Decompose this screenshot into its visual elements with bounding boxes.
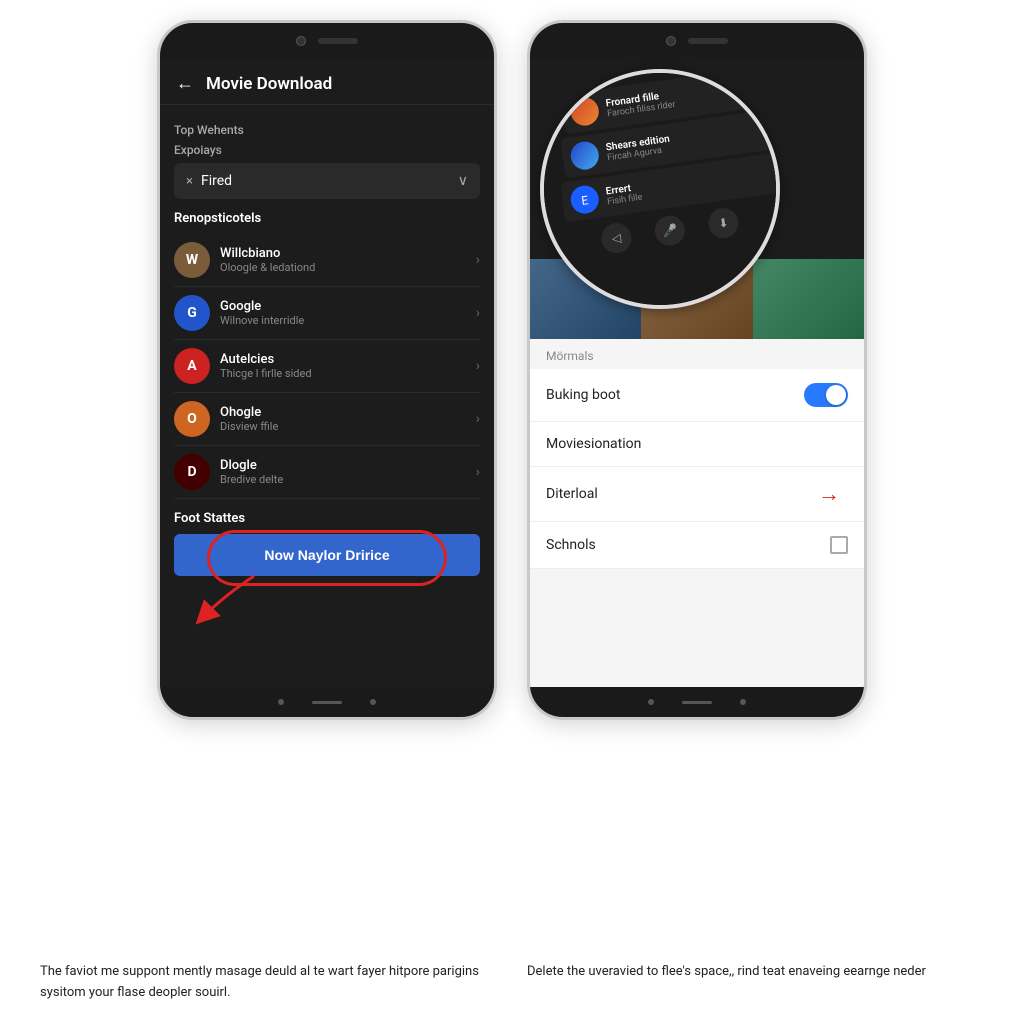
- chevron-down-icon: ∨: [458, 173, 468, 189]
- zoom-avatar: E: [569, 184, 601, 216]
- settings-label: Schnols: [546, 537, 596, 553]
- settings-row-text[interactable]: Moviesionation: [530, 422, 864, 467]
- item-subtitle: Thicge l firlle sided: [220, 367, 476, 380]
- mic-icon: 🎤: [653, 214, 687, 248]
- screen-header: ← Movie Download: [160, 59, 494, 105]
- item-title: Dlogle: [220, 458, 476, 473]
- left-phone: ← Movie Download Top Wehents Expoiays × …: [157, 20, 497, 720]
- zoom-item-text: Fronard fille Faroch filiss rlder: [605, 89, 676, 119]
- settings-label: Diterloal: [546, 486, 598, 502]
- avatar: O: [174, 401, 210, 437]
- chevron-right-icon: ›: [476, 252, 480, 268]
- chevron-right-icon: ›: [476, 305, 480, 321]
- list-text: Google Wilnove interridle: [220, 299, 476, 327]
- screen-body: Top Wehents Expoiays × Fired ∨ Renopstic…: [160, 105, 494, 687]
- zoom-avatar: [569, 140, 601, 172]
- list-text: Willcbiano Oloogle & ledationd: [220, 246, 476, 274]
- zoom-list: Fronard fille Faroch filiss rlder Shears…: [544, 73, 776, 305]
- phone-top-bar-left: [160, 23, 494, 59]
- right-phone: Fronard fille Faroch filiss rlder Shears…: [527, 20, 867, 720]
- left-screen: ← Movie Download Top Wehents Expoiays × …: [160, 59, 494, 687]
- item-subtitle: Wilnove interridle: [220, 314, 476, 327]
- nav-dot: [370, 699, 376, 705]
- list-item[interactable]: A Autelcies Thicge l firlle sided ›: [174, 340, 480, 393]
- left-caption: The faviot me suppont mently masage deul…: [40, 962, 497, 1004]
- zoom-item-text: Shears edition Fircah Agurva: [605, 133, 672, 163]
- toggle-switch[interactable]: [804, 383, 848, 407]
- settings-row-toggle[interactable]: Buking boot: [530, 369, 864, 422]
- right-settings: Mörmals Buking boot Moviesionation Diter…: [530, 339, 864, 687]
- zoom-item-text: Errert Fisih fille: [605, 181, 643, 207]
- phone-bottom-bar-left: [160, 687, 494, 717]
- list-section-label: Renopsticotels: [174, 211, 480, 226]
- settings-row-checkbox[interactable]: Schnols: [530, 522, 864, 569]
- screen-title: Movie Download: [206, 74, 332, 94]
- camera-right: [666, 36, 676, 46]
- camera-left: [296, 36, 306, 46]
- list-item[interactable]: D Dlogle Bredive delte ›: [174, 446, 480, 499]
- chevron-right-icon: ›: [476, 358, 480, 374]
- right-caption: Delete the uveravied to flee's space,, r…: [527, 962, 984, 1004]
- cta-wrapper: Now Naylor Dririce: [174, 534, 480, 576]
- download-icon: ⬇: [706, 206, 740, 240]
- thumb-3: [753, 259, 864, 339]
- zoom-circle: Fronard fille Faroch filiss rlder Shears…: [540, 69, 780, 309]
- right-screen: Fronard fille Faroch filiss rlder Shears…: [530, 59, 864, 687]
- avatar: G: [174, 295, 210, 331]
- settings-label: Moviesionation: [546, 436, 641, 452]
- avatar: A: [174, 348, 210, 384]
- list-text: Autelcies Thicge l firlle sided: [220, 352, 476, 380]
- speaker-right: [688, 38, 728, 44]
- back-button[interactable]: ←: [176, 73, 194, 94]
- expiry-label: Expoiays: [174, 143, 480, 157]
- settings-label: Buking boot: [546, 387, 620, 403]
- cta-button[interactable]: Now Naylor Dririce: [174, 534, 480, 576]
- toggle-dot: [826, 385, 846, 405]
- list-item[interactable]: W Willcbiano Oloogle & ledationd ›: [174, 234, 480, 287]
- phone-top-bar-right: [530, 23, 864, 59]
- list-item[interactable]: G Google Wilnove interridle ›: [174, 287, 480, 340]
- dropdown-clear[interactable]: ×: [186, 174, 193, 189]
- item-title: Willcbiano: [220, 246, 476, 261]
- phone-bottom-bar-right: [530, 687, 864, 717]
- captions-row: The faviot me suppont mently masage deul…: [20, 950, 1004, 1004]
- item-title: Ohogle: [220, 405, 476, 420]
- chevron-right-icon: ›: [476, 464, 480, 480]
- checkbox[interactable]: [830, 536, 848, 554]
- nav-home: [312, 701, 342, 704]
- right-screen-top: Fronard fille Faroch filiss rlder Shears…: [530, 59, 864, 339]
- item-subtitle: Disview ffile: [220, 420, 476, 433]
- chevron-right-icon: ›: [476, 411, 480, 427]
- list-text: Dlogle Bredive delte: [220, 458, 476, 486]
- avatar: D: [174, 454, 210, 490]
- item-subtitle: Oloogle & ledationd: [220, 261, 476, 274]
- speaker-left: [318, 38, 358, 44]
- nav-dot: [278, 699, 284, 705]
- red-arrow-icon: →: [818, 481, 840, 507]
- zoom-avatar: [569, 96, 601, 128]
- nav-home: [682, 701, 712, 704]
- avatar: W: [174, 242, 210, 278]
- top-section-label: Top Wehents: [174, 123, 480, 137]
- foot-states-label: Foot Stattes: [174, 511, 480, 526]
- item-title: Google: [220, 299, 476, 314]
- settings-row-arrow[interactable]: Diterloal →: [530, 467, 864, 522]
- list-item[interactable]: O Ohogle Disview ffile ›: [174, 393, 480, 446]
- dropdown-row[interactable]: × Fired ∨: [174, 163, 480, 199]
- nav-dot: [648, 699, 654, 705]
- back-icon: ◁: [599, 221, 633, 255]
- settings-section-header: Mörmals: [530, 339, 864, 369]
- dropdown-value: Fired: [201, 173, 458, 189]
- item-title: Autelcies: [220, 352, 476, 367]
- list-text: Ohogle Disview ffile: [220, 405, 476, 433]
- nav-dot: [740, 699, 746, 705]
- item-subtitle: Bredive delte: [220, 473, 476, 486]
